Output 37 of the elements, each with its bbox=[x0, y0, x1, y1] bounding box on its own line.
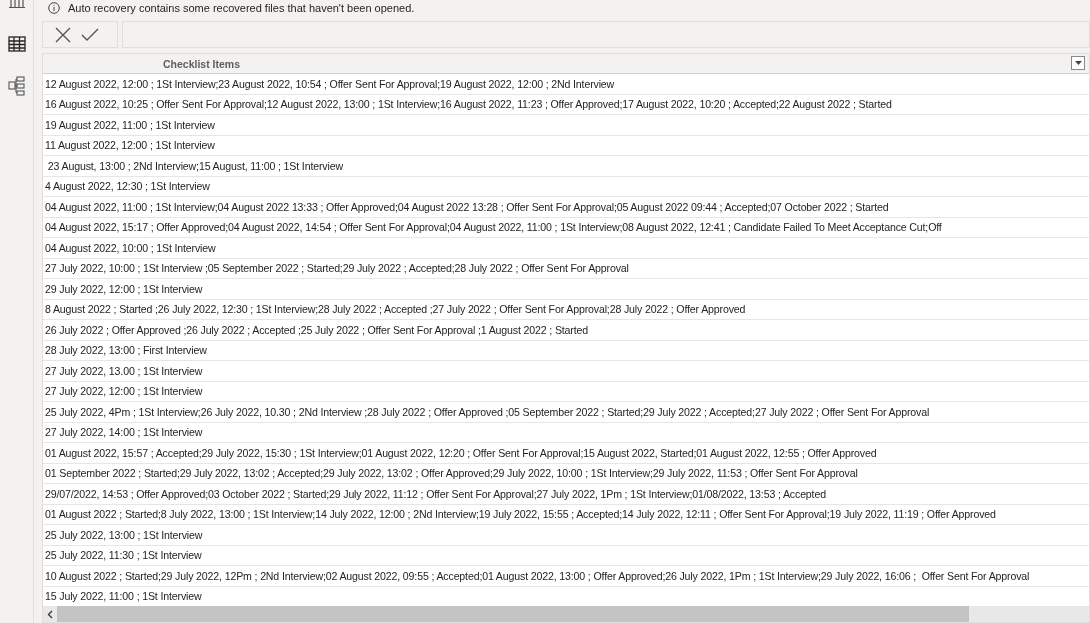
filter-dropdown[interactable] bbox=[1071, 56, 1085, 70]
table-cell: 10 August 2022 ; Started;29 July 2022, 12Pm ; 2Nd Interview;02 August 2022, 09:55 ; Accepted;01 August 2022, 13:00 ; Offer Approved;26 July 2022, 1Pm ; 1St Interview;29 July 2022, 16:06 ; Offer Sent For Approval bbox=[45, 569, 1030, 582]
table-cell: 19 August 2022, 11:00 ; 1St Interview bbox=[45, 118, 215, 131]
caret-icon bbox=[1074, 61, 1082, 65]
table-icon[interactable] bbox=[7, 36, 26, 52]
table-cell: 27 July 2022, 12:00 ; 1St Interview bbox=[45, 385, 203, 398]
recovery-message: Auto recovery contains some recovered files that haven't been opened. bbox=[68, 2, 415, 14]
table-cell: 29/07/2022, 14:53 ; Offer Approved;03 October 2022 ; Started;29 July 2022, 11:12 ; Offer Sent For Approval;27 July 2022, 1Pm ; 1St Interview;01/08/2022, 13:53 ; Accepted bbox=[45, 487, 826, 500]
bar-chart-icon[interactable] bbox=[7, 0, 26, 8]
table-cell: 01 August 2022, 15:57 ; Accepted;29 July 2022, 15:30 ; 1St Interview;01 August 2022, 12:20 ; Offer Sent For Approval;15 August 2022, Started;01 August 2022, 12:55 ; Offer Approved bbox=[45, 446, 877, 459]
table-cell: 27 July 2022, 10:00 ; 1St Interview ;05 September 2022 ; Started;29 July 2022 ; Accepted;28 July 2022 ; Offer Sent For Approval bbox=[45, 262, 629, 275]
table-cell-text: 23 August, 13:00 ; 2Nd Interview;15 August, 11:00 ; 1St Interview bbox=[46, 159, 343, 172]
table-cell: 15 July 2022, 11:00 ; 1St Interview bbox=[45, 590, 202, 603]
table-cell: 28 July 2022, 13:00 ; First Interview bbox=[45, 344, 207, 357]
table-cell: 01 September 2022 ; Started;29 July 2022, 13:02 ; Accepted;29 July 2022, 13:02 ; Offer Approved;29 July 2022, 10:00 ; 1St Interview;29 July 2022, 11:53 ; Offer Sent For Approval bbox=[45, 467, 858, 480]
info-icon bbox=[48, 2, 60, 14]
table-cell: 25 July 2022, 4Pm ; 1St Interview;26 July 2022, 10.30 ; 2Nd Interview ;28 July 2022 ; Offer Approved ;05 September 2022 ; Started;29 July 2022 ; Accepted;27 July 2022 ; Offer Sent For Approval bbox=[45, 405, 930, 418]
table-cell: 29 July 2022, 12:00 ; 1St Interview bbox=[45, 282, 203, 295]
table-cell: 27 July 2022, 14:00 ; 1St Interview bbox=[45, 426, 203, 439]
cancel-icon[interactable] bbox=[55, 26, 71, 43]
table-cell: 04 August 2022, 10:00 ; 1St Interview bbox=[45, 241, 216, 254]
table-cell: 16 August 2022, 10:25 ; Offer Sent For Approval;12 August 2022, 13:00 ; 1St Interview;16 August 2022, 11:23 ; Offer Approved;17 August 2022, 10:20 ; Accepted;22 August 2022 ; Started bbox=[45, 98, 892, 111]
table-cell: 26 July 2022 ; Offer Approved ;26 July 2022 ; Accepted ;25 July 2022 ; Offer Sent For Approval ;1 August 2022 ; Started bbox=[45, 323, 588, 336]
table-cell: 25 July 2022, 11:30 ; 1St Interview bbox=[45, 549, 202, 562]
table-cell: 11 August 2022, 12:00 ; 1St Interview bbox=[45, 139, 215, 152]
horizontal-scrollbar[interactable] bbox=[43, 606, 1089, 622]
table-cell: 04 August 2022, 11:00 ; 1St Interview;04 August 2022 13:33 ; Offer Approved;04 August 2022 13:28 ; Offer Sent For Approval;05 August 2022 09:44 ; Accepted;07 October 2022 ; Started bbox=[45, 200, 889, 213]
table-cell: 8 August 2022 ; Started ;26 July 2022, 12:30 ; 1St Interview;28 July 2022 ; Accepted ;27 July 2022 ; Offer Sent For Approval;28 July 2022 ; Offer Approved bbox=[45, 303, 746, 316]
table-cell: 01 August 2022 ; Started;8 July 2022, 13:00 ; 1St Interview;14 July 2022, 12:00 ; 2Nd Interview;19 July 2022, 15:55 ; Accepted;14 July 2022, 12:11 ; Offer Sent For Approval;19 July 2022, 11:19 ; Offer Approved bbox=[45, 508, 996, 521]
check-icon[interactable] bbox=[81, 27, 99, 42]
column-header[interactable]: Checklist Items bbox=[163, 57, 241, 70]
table-cell: 04 August 2022, 15:17 ; Offer Approved;04 August 2022, 14:54 ; Offer Sent For Approval;04 August 2022, 11:00 ; 1St Interview;08 August 2022, 12:41 ; Candidate Failed To Meet Acceptance Cut;Off bbox=[45, 221, 942, 234]
table-cell: 4 August 2022, 12:30 ; 1St Interview bbox=[45, 180, 210, 193]
model-icon[interactable] bbox=[7, 76, 26, 96]
table-cell: 25 July 2022, 13:00 ; 1St Interview bbox=[45, 528, 203, 541]
table-cell: 12 August 2022, 12:00 ; 1St Interview;23 August 2022, 10:54 ; Offer Sent For Approval;19 August 2022, 12:00 ; 2Nd Interview bbox=[45, 77, 615, 90]
table-cell: 27 July 2022, 13.00 ; 1St Interview bbox=[45, 364, 203, 377]
